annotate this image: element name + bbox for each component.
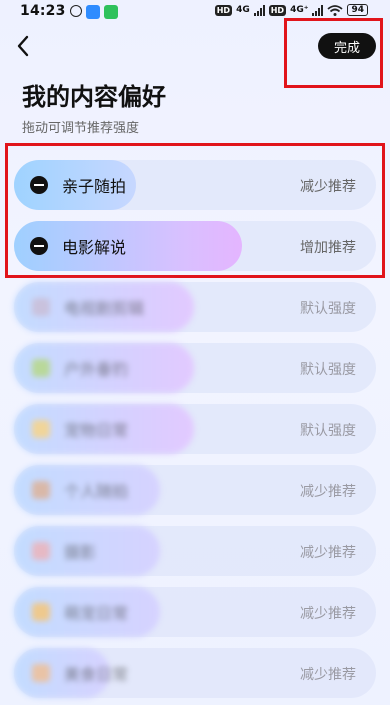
highlight-box-done	[284, 18, 383, 88]
preference-slider-handle[interactable]: 美食日常	[14, 648, 128, 698]
preference-row[interactable]: 萌宠日常 减少推荐	[14, 587, 376, 637]
preference-label: 萌宠日常	[64, 604, 129, 623]
preference-status: 默认强度	[300, 423, 356, 439]
preference-label: 户外垂钓	[64, 360, 129, 379]
preference-status: 减少推荐	[300, 545, 356, 561]
back-button[interactable]	[10, 32, 36, 60]
hd-icon-2: HD	[268, 4, 287, 16]
preference-status: 默认强度	[300, 301, 356, 317]
cat-icon	[32, 603, 50, 621]
preference-slider-handle[interactable]: 个人随拍	[14, 465, 160, 515]
signal-icon-2	[312, 4, 324, 16]
camera-icon	[32, 542, 50, 560]
page-subtitle: 拖动可调节推荐强度	[22, 121, 140, 136]
preference-row[interactable]: 美食日常 减少推荐	[14, 648, 376, 698]
preference-row[interactable]: 个人随拍 减少推荐	[14, 465, 376, 515]
preference-status: 减少推荐	[300, 484, 356, 500]
preference-label: 摄影	[64, 543, 97, 562]
preference-label: 个人随拍	[64, 482, 129, 501]
chat-notification-icon	[104, 5, 118, 19]
preference-row[interactable]: 宠物日常 默认强度	[14, 404, 376, 454]
person-icon	[32, 481, 50, 499]
highlight-box-items	[5, 143, 385, 278]
hd-icon: HD	[214, 4, 233, 16]
preference-label: 电视剧剪辑	[64, 299, 145, 318]
alarm-icon	[70, 5, 82, 17]
status-system-icons: HD 4G HD 4G⁺ 94	[214, 4, 368, 16]
preference-slider-handle[interactable]: 电视剧剪辑	[14, 282, 194, 332]
preference-status: 减少推荐	[300, 667, 356, 683]
pet-icon	[32, 420, 50, 438]
preference-label: 美食日常	[64, 665, 129, 684]
food-icon	[32, 664, 50, 682]
preference-row[interactable]: 电视剧剪辑 默认强度	[14, 282, 376, 332]
preference-label: 宠物日常	[64, 421, 129, 440]
status-notification-icons	[70, 5, 118, 19]
network-label-2: 4G⁺	[290, 5, 309, 15]
preference-slider-handle[interactable]: 户外垂钓	[14, 343, 194, 393]
status-time: 14:23	[20, 3, 66, 19]
chevron-left-icon	[17, 35, 29, 57]
preference-slider-handle[interactable]: 摄影	[14, 526, 160, 576]
plant-icon	[32, 359, 50, 377]
network-label-1: 4G	[236, 5, 250, 15]
preference-slider-handle[interactable]: 宠物日常	[14, 404, 194, 454]
preference-row[interactable]: 摄影 减少推荐	[14, 526, 376, 576]
battery-icon: 94	[347, 4, 368, 16]
wifi-icon	[327, 4, 344, 16]
tv-icon	[32, 298, 50, 316]
signal-icon	[253, 4, 265, 16]
preference-status: 默认强度	[300, 362, 356, 378]
app-notification-icon	[86, 5, 100, 19]
preference-status: 减少推荐	[300, 606, 356, 622]
page-title: 我的内容偏好	[22, 83, 166, 111]
preference-slider-handle[interactable]: 萌宠日常	[14, 587, 160, 637]
preference-row[interactable]: 户外垂钓 默认强度	[14, 343, 376, 393]
